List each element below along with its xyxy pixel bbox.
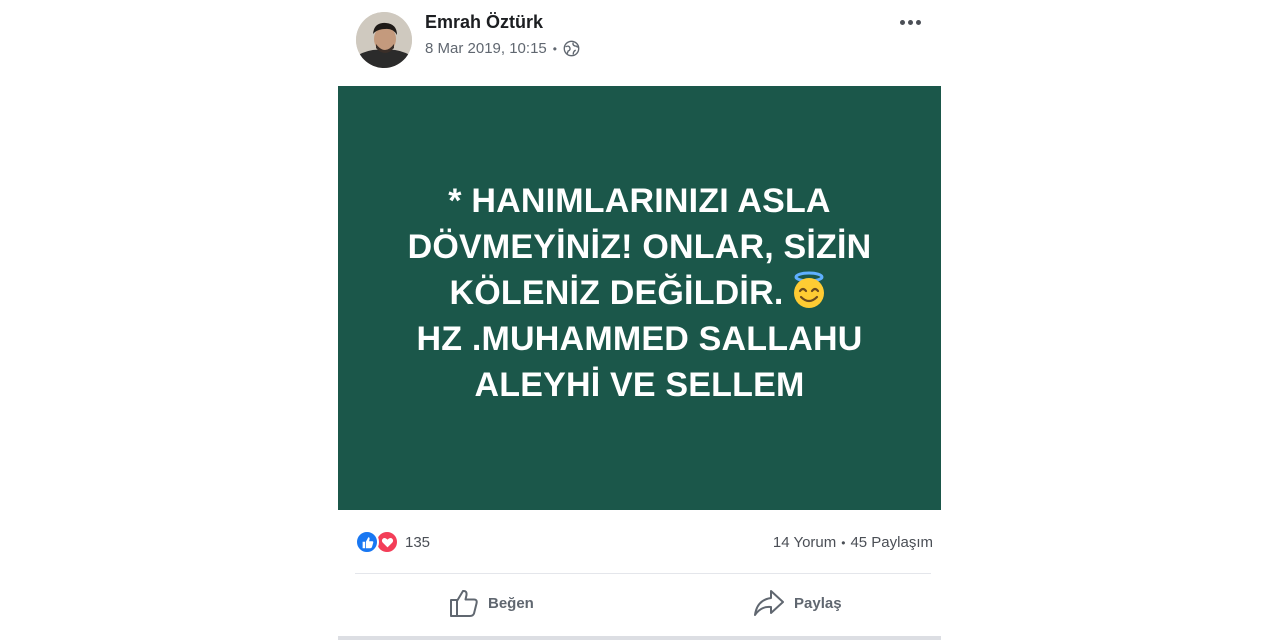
post-timestamp[interactable]: 8 Mar 2019, 10:15 xyxy=(425,40,547,57)
more-options-icon[interactable] xyxy=(895,10,925,34)
quote-line-5: ALEYHİ VE SELLEM xyxy=(474,366,805,404)
facebook-post: Emrah Öztürk 8 Mar 2019, 10:15 • * HANIM… xyxy=(338,0,941,640)
author-name[interactable]: Emrah Öztürk xyxy=(425,12,543,33)
share-arrow-icon xyxy=(754,590,784,616)
globe-icon[interactable] xyxy=(563,40,580,57)
reaction-count: 135 xyxy=(405,533,431,551)
divider xyxy=(355,573,931,574)
post-stats: 135 14 Yorum • 45 Paylaşım xyxy=(338,522,941,562)
quote-line-3: KÖLENİZ DEĞİLDİR. xyxy=(380,270,900,316)
bottom-border xyxy=(338,636,941,640)
reactions-summary[interactable]: 135 xyxy=(355,530,430,554)
like-reaction-icon xyxy=(355,530,379,554)
avatar[interactable] xyxy=(356,12,412,68)
smiling-halo-emoji-icon xyxy=(794,271,825,308)
quote-line-1: * HANIMLARINIZI ASLA xyxy=(448,182,831,220)
meta-separator: • xyxy=(552,41,557,56)
post-image[interactable]: * HANIMLARINIZI ASLA DÖVMEYİNİZ! ONLAR, … xyxy=(338,86,941,510)
avatar-photo xyxy=(356,12,412,68)
post-header: Emrah Öztürk 8 Mar 2019, 10:15 • xyxy=(338,0,941,86)
share-button[interactable]: Paylaş xyxy=(752,588,842,618)
share-label: Paylaş xyxy=(794,594,842,612)
like-button[interactable]: Beğen xyxy=(448,588,534,618)
shares-count[interactable]: 45 Paylaşım xyxy=(850,534,933,551)
image-quote: * HANIMLARINIZI ASLA DÖVMEYİNİZ! ONLAR, … xyxy=(380,178,900,408)
quote-line-2: DÖVMEYİNİZ! ONLAR, SİZİN xyxy=(407,228,872,266)
quote-line-3-text: KÖLENİZ DEĞİLDİR. xyxy=(449,274,784,312)
quote-line-4: HZ .MUHAMMED SALLAHU xyxy=(416,320,863,358)
post-meta: 8 Mar 2019, 10:15 • xyxy=(425,40,580,57)
counts-separator: • xyxy=(841,536,846,550)
engagement-counts: 14 Yorum • 45 Paylaşım xyxy=(773,534,933,551)
comments-count[interactable]: 14 Yorum xyxy=(773,534,836,551)
like-label: Beğen xyxy=(488,594,534,612)
post-actions: Beğen Paylaş xyxy=(338,580,941,632)
thumbs-up-icon xyxy=(450,589,478,617)
